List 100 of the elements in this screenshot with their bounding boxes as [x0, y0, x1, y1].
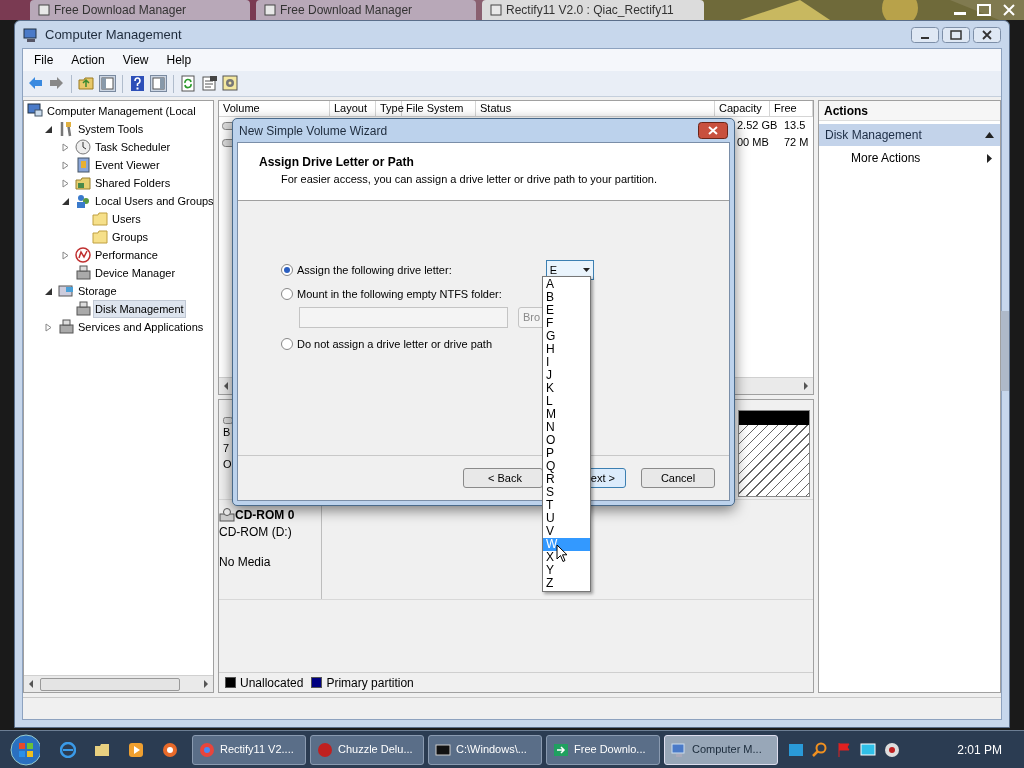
app-icon[interactable] — [162, 741, 178, 758]
clock-icon — [75, 139, 91, 155]
action-pane-icon[interactable] — [150, 75, 167, 92]
dropdown-option[interactable]: T — [543, 499, 590, 512]
scroll-thumb[interactable] — [40, 677, 180, 691]
tree-item[interactable]: Services and Applications — [76, 317, 206, 337]
cancel-button[interactable]: Cancel — [641, 468, 715, 488]
dropdown-option[interactable]: X — [543, 551, 590, 564]
column-header[interactable]: Volume — [219, 101, 330, 116]
clock[interactable]: 2:01 PM — [957, 740, 1002, 759]
section-header[interactable]: Disk Management — [819, 124, 1000, 146]
close-button[interactable] — [698, 122, 728, 139]
close-button[interactable] — [973, 26, 1001, 43]
dropdown-option[interactable]: U — [543, 512, 590, 525]
dropdown-option[interactable]: I — [543, 356, 590, 369]
dropdown-option[interactable]: S — [543, 486, 590, 499]
forward-icon[interactable] — [48, 75, 65, 92]
tree-item[interactable]: Shared Folders — [93, 173, 173, 193]
expand-arrow-icon[interactable] — [61, 142, 70, 152]
taskbar-button[interactable]: Chuzzle Delu... — [310, 734, 424, 765]
dropdown-option[interactable]: F — [543, 317, 590, 330]
taskbar-button[interactable]: Rectify11 V2.... — [192, 734, 306, 765]
refresh-icon[interactable] — [180, 75, 197, 92]
dropdown-option[interactable]: Q — [543, 460, 590, 473]
dropdown-option[interactable]: G — [543, 330, 590, 343]
taskbar-button[interactable]: C:\Windows\... — [428, 734, 542, 765]
search-icon[interactable] — [812, 741, 828, 758]
column-header[interactable]: Free — [770, 101, 813, 116]
taskbar-button[interactable]: Free Downlo... — [546, 734, 660, 765]
tree-pane-icon[interactable] — [99, 75, 116, 92]
dropdown-option[interactable]: P — [543, 447, 590, 460]
expand-arrow-icon[interactable] — [61, 250, 70, 260]
browser-tab[interactable]: Free Download Manager — [30, 0, 250, 20]
back-button[interactable]: < Back — [463, 468, 543, 488]
column-header[interactable]: Layout — [330, 101, 376, 116]
folder-path-field[interactable] — [299, 307, 508, 328]
display-icon[interactable] — [860, 741, 876, 758]
settings-icon[interactable] — [222, 75, 239, 92]
tree-item[interactable]: System Tools — [76, 119, 146, 139]
dropdown-option[interactable]: A — [543, 278, 590, 291]
download-icon — [553, 741, 569, 758]
media-status: No Media — [219, 554, 272, 570]
tree-item[interactable]: Performance — [93, 245, 160, 265]
dropdown-option[interactable]: B — [543, 291, 590, 304]
maximize-button[interactable] — [942, 26, 970, 43]
dropdown-option[interactable]: V — [543, 525, 590, 538]
scrollbar[interactable] — [1001, 311, 1009, 391]
dropdown-option[interactable]: N — [543, 421, 590, 434]
taskbar-button[interactable]: Computer M... — [664, 734, 778, 765]
help-icon[interactable] — [129, 75, 146, 92]
tree-item[interactable]: Computer Management (Local — [45, 101, 198, 121]
tree-item[interactable]: Device Manager — [93, 263, 178, 283]
tree-item[interactable]: Storage — [76, 281, 119, 301]
tree-item[interactable]: Event Viewer — [93, 155, 162, 175]
tree-item[interactable]: Users — [110, 209, 143, 229]
dropdown-option[interactable]: Z — [543, 577, 590, 590]
browser-tab[interactable]: Rectify11 V2.0 : Qiac_Rectify11 — [482, 0, 704, 20]
menu-item[interactable]: File — [25, 51, 63, 69]
dropdown-option[interactable]: K — [543, 382, 590, 395]
dropdown-option[interactable]: Y — [543, 564, 590, 577]
expand-arrow-icon[interactable] — [44, 322, 53, 332]
dropdown-option[interactable]: R — [543, 473, 590, 486]
tree-item[interactable]: Disk Management — [93, 299, 186, 319]
horizontal-scrollbar[interactable] — [24, 675, 213, 692]
menu-item[interactable]: Help — [157, 51, 201, 69]
download-icon[interactable] — [788, 741, 804, 758]
folder-icon[interactable] — [94, 741, 110, 758]
dropdown-option[interactable]: E — [543, 304, 590, 317]
properties-icon[interactable] — [201, 75, 218, 92]
collapse-arrow-icon[interactable] — [44, 124, 53, 134]
tree-item[interactable]: Task Scheduler — [93, 137, 173, 157]
dropdown-option[interactable]: J — [543, 369, 590, 382]
collapse-arrow-icon[interactable] — [44, 286, 53, 296]
tree-item[interactable]: Local Users and Groups — [93, 191, 213, 211]
action-item[interactable]: More Actions — [851, 149, 987, 167]
expand-arrow-icon[interactable] — [61, 160, 70, 170]
folder-up-icon[interactable] — [78, 75, 95, 92]
speaker-icon[interactable] — [884, 741, 900, 758]
browser-icon[interactable] — [60, 741, 76, 758]
dropdown-option[interactable]: O — [543, 434, 590, 447]
dropdown-option[interactable]: M — [543, 408, 590, 421]
browser-tab[interactable]: Free Download Manager — [256, 0, 476, 20]
radio-button[interactable] — [281, 264, 293, 276]
dropdown-option[interactable]: H — [543, 343, 590, 356]
column-header[interactable]: Status — [476, 101, 715, 116]
expand-arrow-icon[interactable] — [61, 178, 70, 188]
menu-item[interactable]: Action — [62, 51, 114, 69]
dropdown-option[interactable]: L — [543, 395, 590, 408]
collapse-arrow-icon[interactable] — [61, 196, 70, 206]
disk-name: CD-ROM 0 — [235, 507, 295, 524]
column-header[interactable]: Capacity — [715, 101, 770, 116]
tab-title: Free Download Manager — [54, 2, 187, 19]
tree-item[interactable]: Groups — [110, 227, 151, 247]
column-header[interactable]: Type — [376, 101, 402, 116]
media-player-icon[interactable] — [128, 741, 144, 758]
menu-item[interactable]: View — [113, 51, 158, 69]
radio-button[interactable] — [281, 338, 293, 350]
radio-button[interactable] — [281, 288, 293, 300]
minimize-button[interactable] — [911, 26, 939, 43]
dialog-title: New Simple Volume Wizard — [239, 122, 388, 140]
